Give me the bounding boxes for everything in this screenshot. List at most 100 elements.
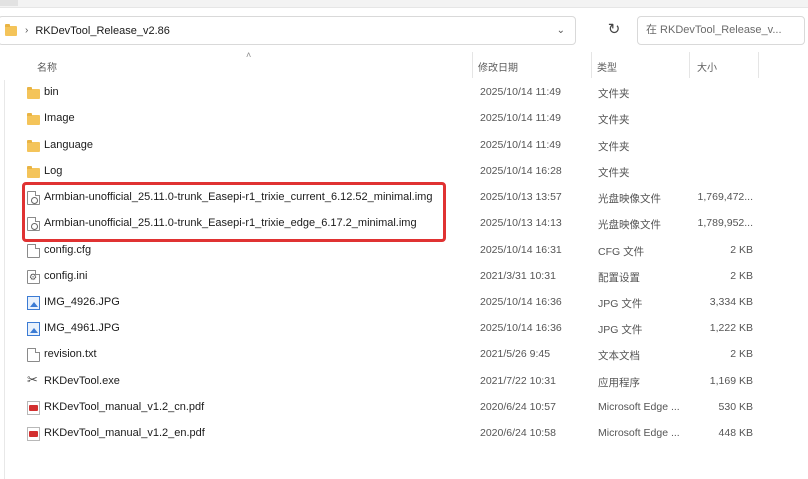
file-row[interactable]: Image 2025/10/14 11:49 文件夹 (0, 106, 808, 132)
file-date: 2025/10/14 16:28 (480, 165, 562, 177)
file-size: 530 KB (718, 401, 753, 413)
file-row[interactable]: bin 2025/10/14 11:49 文件夹 (0, 80, 808, 106)
file-type: 光盘映像文件 (598, 193, 661, 205)
file-name[interactable]: config.ini (44, 270, 87, 282)
file-name[interactable]: revision.txt (44, 348, 97, 360)
file-type: 应用程序 (598, 377, 640, 389)
file-row[interactable]: config.cfg 2025/10/14 16:31 CFG 文件 2 KB (0, 238, 808, 264)
settings-file-icon (27, 270, 40, 284)
image-file-icon (27, 296, 40, 310)
file-name[interactable]: Language (44, 139, 93, 151)
file-size: 2 KB (730, 270, 753, 282)
file-name[interactable]: RKDevTool_manual_v1.2_en.pdf (44, 427, 205, 439)
file-name[interactable]: RKDevTool.exe (44, 375, 120, 387)
sort-up-icon: ˄ (246, 50, 252, 60)
file-name[interactable]: config.cfg (44, 244, 91, 256)
file-row[interactable]: Armbian-unofficial_25.11.0-trunk_Easepi-… (0, 211, 808, 237)
file-date: 2025/10/14 16:31 (480, 244, 562, 256)
column-name[interactable]: 名称 (37, 59, 57, 74)
file-type: Microsoft Edge ... (598, 427, 680, 439)
file-type: 文件夹 (598, 141, 630, 153)
file-date: 2025/10/13 13:57 (480, 191, 562, 203)
file-row[interactable]: revision.txt 2021/5/26 9:45 文本文档 2 KB (0, 342, 808, 368)
file-date: 2020/6/24 10:57 (480, 401, 556, 413)
file-row[interactable]: RKDevTool_manual_v1.2_en.pdf 2020/6/24 10… (0, 421, 808, 447)
file-date: 2025/10/14 16:36 (480, 322, 562, 334)
window-top-strip (0, 0, 808, 8)
folder-icon (27, 166, 40, 178)
file-name[interactable]: Log (44, 165, 62, 177)
file-type: JPG 文件 (598, 324, 643, 336)
file-name[interactable]: RKDevTool_manual_v1.2_cn.pdf (44, 401, 204, 413)
column-divider[interactable] (758, 52, 759, 78)
file-date: 2020/6/24 10:58 (480, 427, 556, 439)
file-row[interactable]: RKDevTool_manual_v1.2_cn.pdf 2020/6/24 10… (0, 395, 808, 421)
folder-icon (5, 23, 17, 36)
file-name[interactable]: bin (44, 86, 59, 98)
address-path[interactable]: RKDevTool_Release_v2.86 (35, 25, 170, 37)
column-type[interactable]: 类型 (597, 59, 617, 74)
disk-image-icon (27, 217, 40, 231)
file-name[interactable]: IMG_4961.JPG (44, 322, 120, 334)
title-stub (0, 0, 18, 6)
file-name[interactable]: IMG_4926.JPG (44, 296, 120, 308)
file-type: Microsoft Edge ... (598, 401, 680, 413)
text-file-icon (27, 348, 40, 362)
file-row[interactable]: Armbian-unofficial_25.11.0-trunk_Easepi-… (0, 185, 808, 211)
file-name[interactable]: Image (44, 112, 75, 124)
column-size[interactable]: 大小 (697, 59, 717, 74)
column-divider[interactable] (472, 52, 473, 78)
file-type: CFG 文件 (598, 246, 645, 258)
file-icon (27, 244, 40, 258)
application-icon (27, 373, 40, 389)
file-size: 1,769,472... (697, 191, 753, 203)
file-row[interactable]: RKDevTool.exe 2021/7/22 10:31 应用程序 1,169 KB (0, 369, 808, 395)
file-type: 配置设置 (598, 272, 640, 284)
file-size: 2 KB (730, 348, 753, 360)
chevron-down-icon[interactable]: ⌄ (557, 25, 565, 36)
file-size: 1,169 KB (709, 375, 753, 387)
file-row[interactable]: Log 2025/10/14 16:28 文件夹 (0, 159, 808, 185)
file-date: 2025/10/14 11:49 (480, 86, 561, 98)
file-size: 3,334 KB (709, 296, 753, 308)
file-size: 2 KB (730, 244, 753, 256)
image-file-icon (27, 322, 40, 336)
address-bar: › RKDevTool_Release_v2.86 ⌄ ↻ 在 RKDevToo… (0, 10, 808, 50)
file-name[interactable]: Armbian-unofficial_25.11.0-trunk_Easepi-… (44, 217, 417, 229)
folder-icon (27, 113, 40, 125)
file-type: JPG 文件 (598, 298, 643, 310)
column-header: ˄ 名称 修改日期 类型 大小 (0, 50, 808, 80)
column-date[interactable]: 修改日期 (478, 59, 518, 74)
file-size: 448 KB (718, 427, 753, 439)
folder-icon (27, 87, 40, 99)
pdf-icon (27, 427, 40, 441)
file-date: 2025/10/14 16:36 (480, 296, 562, 308)
file-date: 2021/3/31 10:31 (480, 270, 556, 282)
file-row[interactable]: Language 2025/10/14 11:49 文件夹 (0, 133, 808, 159)
file-date: 2025/10/14 11:49 (480, 112, 561, 124)
disk-image-icon (27, 191, 40, 205)
file-type: 光盘映像文件 (598, 219, 661, 231)
file-type: 文件夹 (598, 167, 630, 179)
file-row[interactable]: IMG_4926.JPG 2025/10/14 16:36 JPG 文件 3,334 … (0, 290, 808, 316)
file-date: 2021/7/22 10:31 (480, 375, 556, 387)
chevron-right-icon[interactable]: › (25, 25, 28, 36)
folder-icon (27, 140, 40, 152)
file-date: 2025/10/14 11:49 (480, 139, 561, 151)
file-size: 1,222 KB (709, 322, 753, 334)
address-box[interactable]: › RKDevTool_Release_v2.86 ⌄ (0, 16, 576, 45)
file-type: 文件夹 (598, 88, 630, 100)
pdf-icon (27, 401, 40, 415)
file-row[interactable]: IMG_4961.JPG 2025/10/14 16:36 JPG 文件 1,222 … (0, 316, 808, 342)
file-date: 2025/10/13 14:13 (480, 217, 562, 229)
column-divider[interactable] (591, 52, 592, 78)
search-input[interactable]: 在 RKDevTool_Release_v... (637, 16, 805, 45)
column-divider[interactable] (689, 52, 690, 78)
file-type: 文本文档 (598, 350, 640, 362)
file-date: 2021/5/26 9:45 (480, 348, 551, 360)
file-size: 1,789,952... (697, 217, 753, 229)
file-row[interactable]: config.ini 2021/3/31 10:31 配置设置 2 KB (0, 264, 808, 290)
file-name[interactable]: Armbian-unofficial_25.11.0-trunk_Easepi-… (44, 191, 432, 203)
refresh-icon[interactable]: ↻ (602, 18, 626, 42)
file-type: 文件夹 (598, 114, 630, 126)
